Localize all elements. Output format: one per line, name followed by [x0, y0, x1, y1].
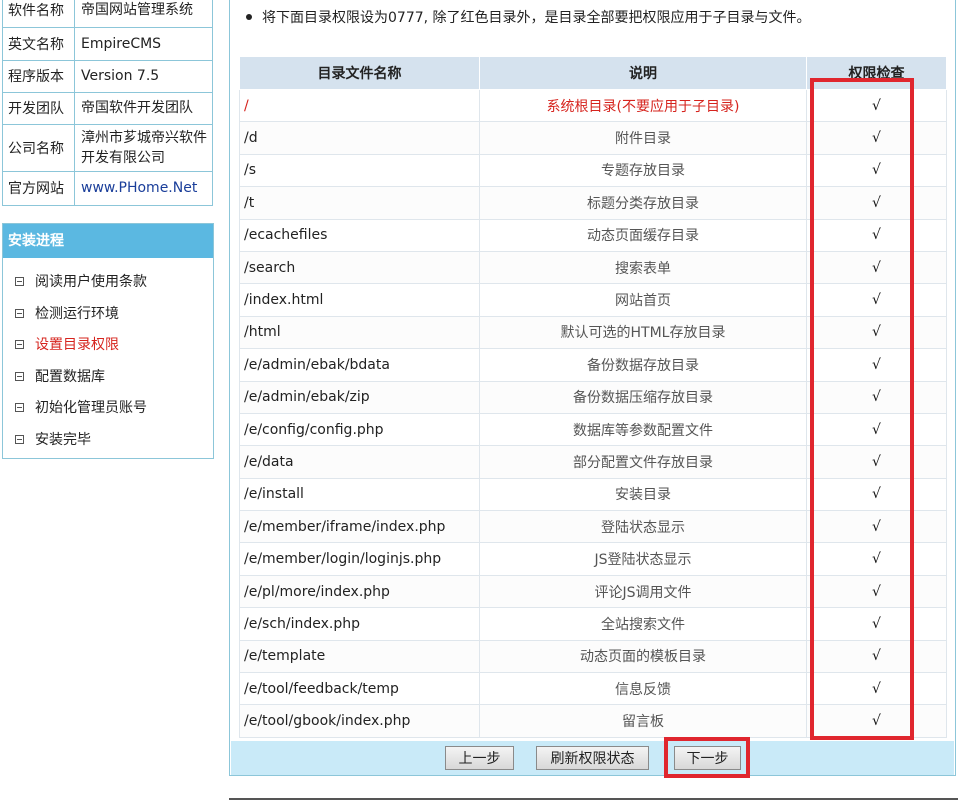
permission-notice: 将下面目录权限设为0777, 除了红色目录外，是目录全部要把权限应用于子目录与文… — [246, 7, 811, 27]
dir-desc-cell: JS登陆状态显示 — [479, 542, 807, 576]
collapse-icon — [15, 308, 24, 318]
dir-desc-cell: 附件目录 — [479, 121, 807, 155]
notice-text: 将下面目录权限设为0777, 除了红色目录外，是目录全部要把权限应用于子目录与文… — [262, 10, 811, 26]
collapse-icon — [15, 371, 24, 381]
bullet-icon — [246, 14, 252, 20]
progress-step-config-db: 配置数据库 — [15, 365, 105, 387]
dir-desc-cell: 安装目录 — [479, 477, 807, 512]
info-key: 公司名称 — [3, 124, 75, 171]
collapse-icon — [15, 339, 24, 349]
info-row-version: 程序版本 Version 7.5 — [3, 60, 212, 93]
info-key: 官方网站 — [3, 171, 75, 205]
footer-divider — [229, 798, 958, 800]
dir-name-cell: /html — [239, 315, 480, 350]
dir-name-cell: /e/member/login/loginjs.php — [239, 542, 480, 576]
dir-name-cell: /e/tool/feedback/temp — [239, 672, 480, 706]
dir-desc-cell: 备份数据压缩存放目录 — [479, 380, 807, 414]
info-value: Version 7.5 — [81, 68, 160, 84]
progress-step-init-admin: 初始化管理员账号 — [15, 396, 147, 418]
info-key: 开发团队 — [3, 92, 75, 124]
dir-desc-cell: 全站搜索文件 — [479, 607, 807, 641]
info-key: 英文名称 — [3, 27, 75, 60]
dir-desc-cell: 动态页面的模板目录 — [479, 639, 807, 674]
dir-desc-cell: 备份数据存放目录 — [479, 348, 807, 382]
dir-name-cell: /s — [239, 153, 480, 188]
dir-desc-cell: 专题存放目录 — [479, 153, 807, 188]
progress-title: 安装进程 — [3, 224, 213, 258]
progress-step-check-env: 检测运行环境 — [15, 302, 119, 324]
dir-name-cell: /e/template — [239, 639, 480, 674]
dir-name-cell: /e/install — [239, 477, 480, 512]
dir-desc-cell: 评论JS调用文件 — [479, 574, 807, 609]
progress-step-read-terms: 阅读用户使用条款 — [15, 270, 147, 292]
progress-step-set-permissions: 设置目录权限 — [15, 333, 119, 355]
dir-name-cell: /e/data — [239, 445, 480, 479]
permission-column-highlight — [810, 78, 914, 740]
step-label: 设置目录权限 — [35, 337, 119, 353]
step-label: 检测运行环境 — [35, 306, 119, 322]
dir-name-cell: /d — [239, 121, 480, 155]
info-value: EmpireCMS — [81, 35, 162, 52]
dir-name-cell: /e/sch/index.php — [239, 607, 480, 641]
dir-name-cell: /e/admin/ebak/bdata — [239, 348, 480, 382]
dir-name-cell: /index.html — [239, 283, 480, 317]
info-key: 软件名称 — [3, 0, 75, 27]
install-progress-panel: 安装进程 阅读用户使用条款 检测运行环境 设置目录权限 配置数据库 初始化管理员… — [2, 223, 214, 459]
dir-name-cell: /t — [239, 186, 480, 220]
dir-desc-cell: 搜索表单 — [479, 250, 807, 285]
info-row-website: 官方网站 www.PHome.Net — [3, 171, 212, 205]
step-label: 配置数据库 — [35, 369, 105, 385]
refresh-permissions-button[interactable]: 刷新权限状态 — [536, 746, 649, 770]
software-info-panel: 软件名称 帝国网站管理系统 英文名称 EmpireCMS 程序版本 Versio… — [2, 0, 213, 206]
step-label: 阅读用户使用条款 — [35, 274, 147, 290]
dir-desc-cell: 留言板 — [479, 704, 807, 738]
dir-name-cell: /e/pl/more/index.php — [239, 574, 480, 609]
collapse-icon — [15, 276, 24, 286]
dir-desc-cell: 系统根目录(不要应用于子目录) — [479, 88, 807, 123]
collapse-icon — [15, 434, 24, 444]
official-website-link[interactable]: www.PHome.Net — [76, 171, 212, 205]
dir-name-cell: /search — [239, 250, 480, 285]
dir-desc-cell: 标题分类存放目录 — [479, 186, 807, 220]
info-row-name: 软件名称 帝国网站管理系统 — [3, 0, 212, 28]
info-row-team: 开发团队 帝国软件开发团队 — [3, 92, 212, 125]
info-key: 程序版本 — [3, 60, 75, 92]
next-button-highlight — [664, 737, 750, 778]
dir-desc-cell: 网站首页 — [479, 283, 807, 317]
info-value: 帝国网站管理系统 — [81, 2, 193, 18]
column-header-name: 目录文件名称 — [239, 56, 480, 90]
dir-name-cell: /e/member/iframe/index.php — [239, 510, 480, 544]
dir-desc-cell: 登陆状态显示 — [479, 510, 807, 544]
dir-desc-cell: 动态页面缓存目录 — [479, 218, 807, 252]
info-value: 漳州市芗城帝兴软件开发有限公司 — [81, 129, 207, 166]
column-header-desc: 说明 — [479, 56, 807, 90]
prev-step-button[interactable]: 上一步 — [445, 746, 514, 770]
dir-desc-cell: 默认可选的HTML存放目录 — [479, 315, 807, 350]
dir-name-cell: /e/tool/gbook/index.php — [239, 704, 480, 738]
info-row-english-name: 英文名称 EmpireCMS — [3, 27, 212, 61]
dir-desc-cell: 信息反馈 — [479, 672, 807, 706]
dir-name-cell: /ecachefiles — [239, 218, 480, 252]
step-label: 初始化管理员账号 — [35, 400, 147, 416]
info-value: 帝国软件开发团队 — [81, 100, 193, 116]
dir-name-cell: /e/admin/ebak/zip — [239, 380, 480, 414]
dir-name-cell: /e/config/config.php — [239, 412, 480, 447]
collapse-icon — [15, 402, 24, 412]
dir-desc-cell: 数据库等参数配置文件 — [479, 412, 807, 447]
info-row-company: 公司名称 漳州市芗城帝兴软件开发有限公司 — [3, 124, 212, 172]
dir-name-cell: / — [239, 88, 480, 123]
step-label: 安装完毕 — [35, 432, 91, 448]
dir-desc-cell: 部分配置文件存放目录 — [479, 445, 807, 479]
progress-step-done: 安装完毕 — [15, 428, 91, 450]
